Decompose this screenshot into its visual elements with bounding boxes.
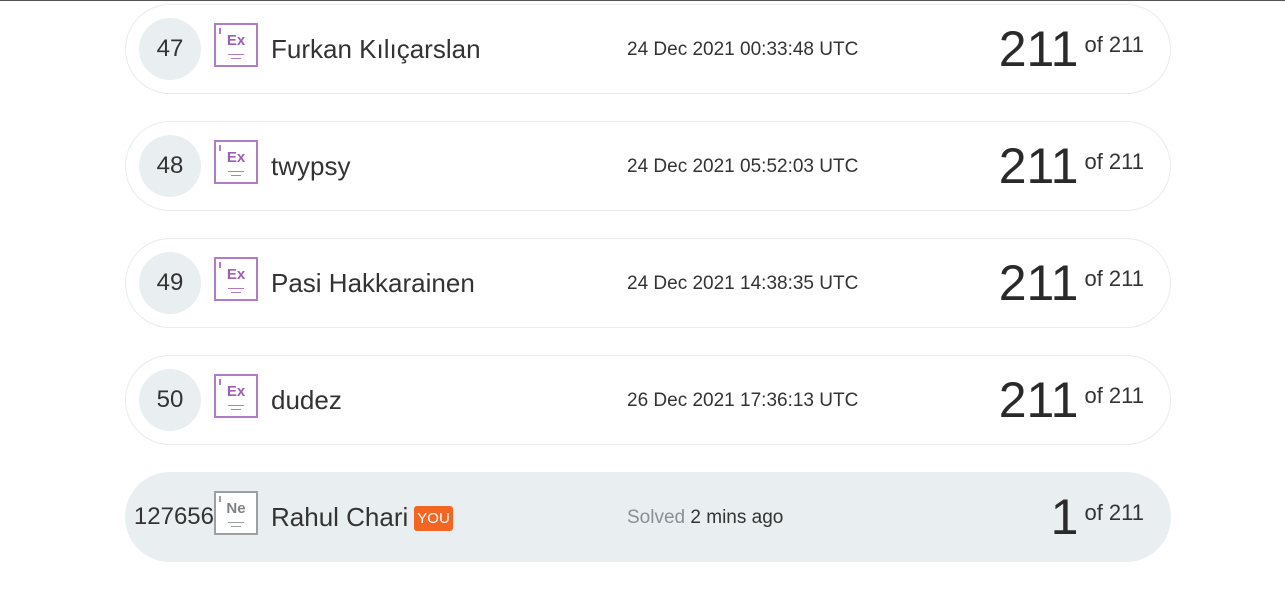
current-user-rank: 127656 xyxy=(133,503,214,530)
top-divider xyxy=(0,0,1285,1)
score: 211 of 211 xyxy=(999,255,1144,311)
level-symbol: Ne xyxy=(226,500,246,517)
user-name-link[interactable]: Furkan Kılıçarslan xyxy=(271,33,481,65)
score-value: 211 xyxy=(998,21,1079,77)
level-expert-icon: Ex xyxy=(214,374,258,418)
solved-date: 24 Dec 2021 14:38:35 UTC xyxy=(627,273,859,294)
score-value: 211 xyxy=(998,138,1079,194)
level-expert-icon: Ex xyxy=(214,23,258,67)
leaderboard-row[interactable]: 48 Ex twypsy 24 Dec 2021 05:52:03 UTC 21… xyxy=(125,121,1171,211)
current-user-name[interactable]: Rahul Chari YOU xyxy=(271,501,453,533)
level-symbol: Ex xyxy=(226,266,246,283)
solved-time-ago: 2 mins ago xyxy=(690,507,784,528)
score-value: 211 xyxy=(998,372,1079,428)
rank-circle: 48 xyxy=(139,135,201,197)
rank-circle: 47 xyxy=(139,18,201,80)
leaderboard-list: 47 Ex Furkan Kılıçarslan 24 Dec 2021 00:… xyxy=(125,4,1171,589)
score-total: of 211 xyxy=(1084,266,1144,291)
score-value: 1 xyxy=(1050,489,1079,545)
level-symbol: Ex xyxy=(226,383,246,400)
level-symbol: Ex xyxy=(226,32,246,49)
score-total: of 211 xyxy=(1084,149,1144,174)
rank-circle: 50 xyxy=(139,369,201,431)
rank-circle: 49 xyxy=(139,252,201,314)
score: 211 of 211 xyxy=(999,138,1144,194)
solved-status: Solved 2 mins ago xyxy=(627,506,783,530)
solved-date: 24 Dec 2021 00:33:48 UTC xyxy=(627,39,859,60)
current-user-name-text[interactable]: Rahul Chari xyxy=(271,502,408,532)
score-total: of 211 xyxy=(1084,32,1144,57)
score: 211 of 211 xyxy=(999,372,1144,428)
leaderboard-row[interactable]: 47 Ex Furkan Kılıçarslan 24 Dec 2021 00:… xyxy=(125,4,1171,94)
score: 1 of 211 xyxy=(1051,489,1144,545)
level-expert-icon: Ex xyxy=(214,140,258,184)
solved-label: Solved xyxy=(627,507,686,528)
score: 211 of 211 xyxy=(999,21,1144,77)
you-badge: YOU xyxy=(414,506,453,531)
user-name-link[interactable]: Pasi Hakkarainen xyxy=(271,267,475,299)
leaderboard-row[interactable]: 49 Ex Pasi Hakkarainen 24 Dec 2021 14:38… xyxy=(125,238,1171,328)
level-newbie-icon: Ne xyxy=(214,491,258,535)
level-expert-icon: Ex xyxy=(214,257,258,301)
user-name-link[interactable]: dudez xyxy=(271,384,342,416)
user-name-link[interactable]: twypsy xyxy=(271,150,350,182)
solved-date: 26 Dec 2021 17:36:13 UTC xyxy=(627,390,859,411)
solved-date: 24 Dec 2021 05:52:03 UTC xyxy=(627,156,859,177)
leaderboard-row[interactable]: 50 Ex dudez 26 Dec 2021 17:36:13 UTC 211… xyxy=(125,355,1171,445)
level-symbol: Ex xyxy=(226,149,246,166)
score-value: 211 xyxy=(998,255,1079,311)
current-user-row[interactable]: 127656 Ne Rahul Chari YOU Solved 2 mins a… xyxy=(125,472,1171,562)
score-total: of 211 xyxy=(1084,383,1144,408)
score-total: of 211 xyxy=(1084,500,1144,525)
